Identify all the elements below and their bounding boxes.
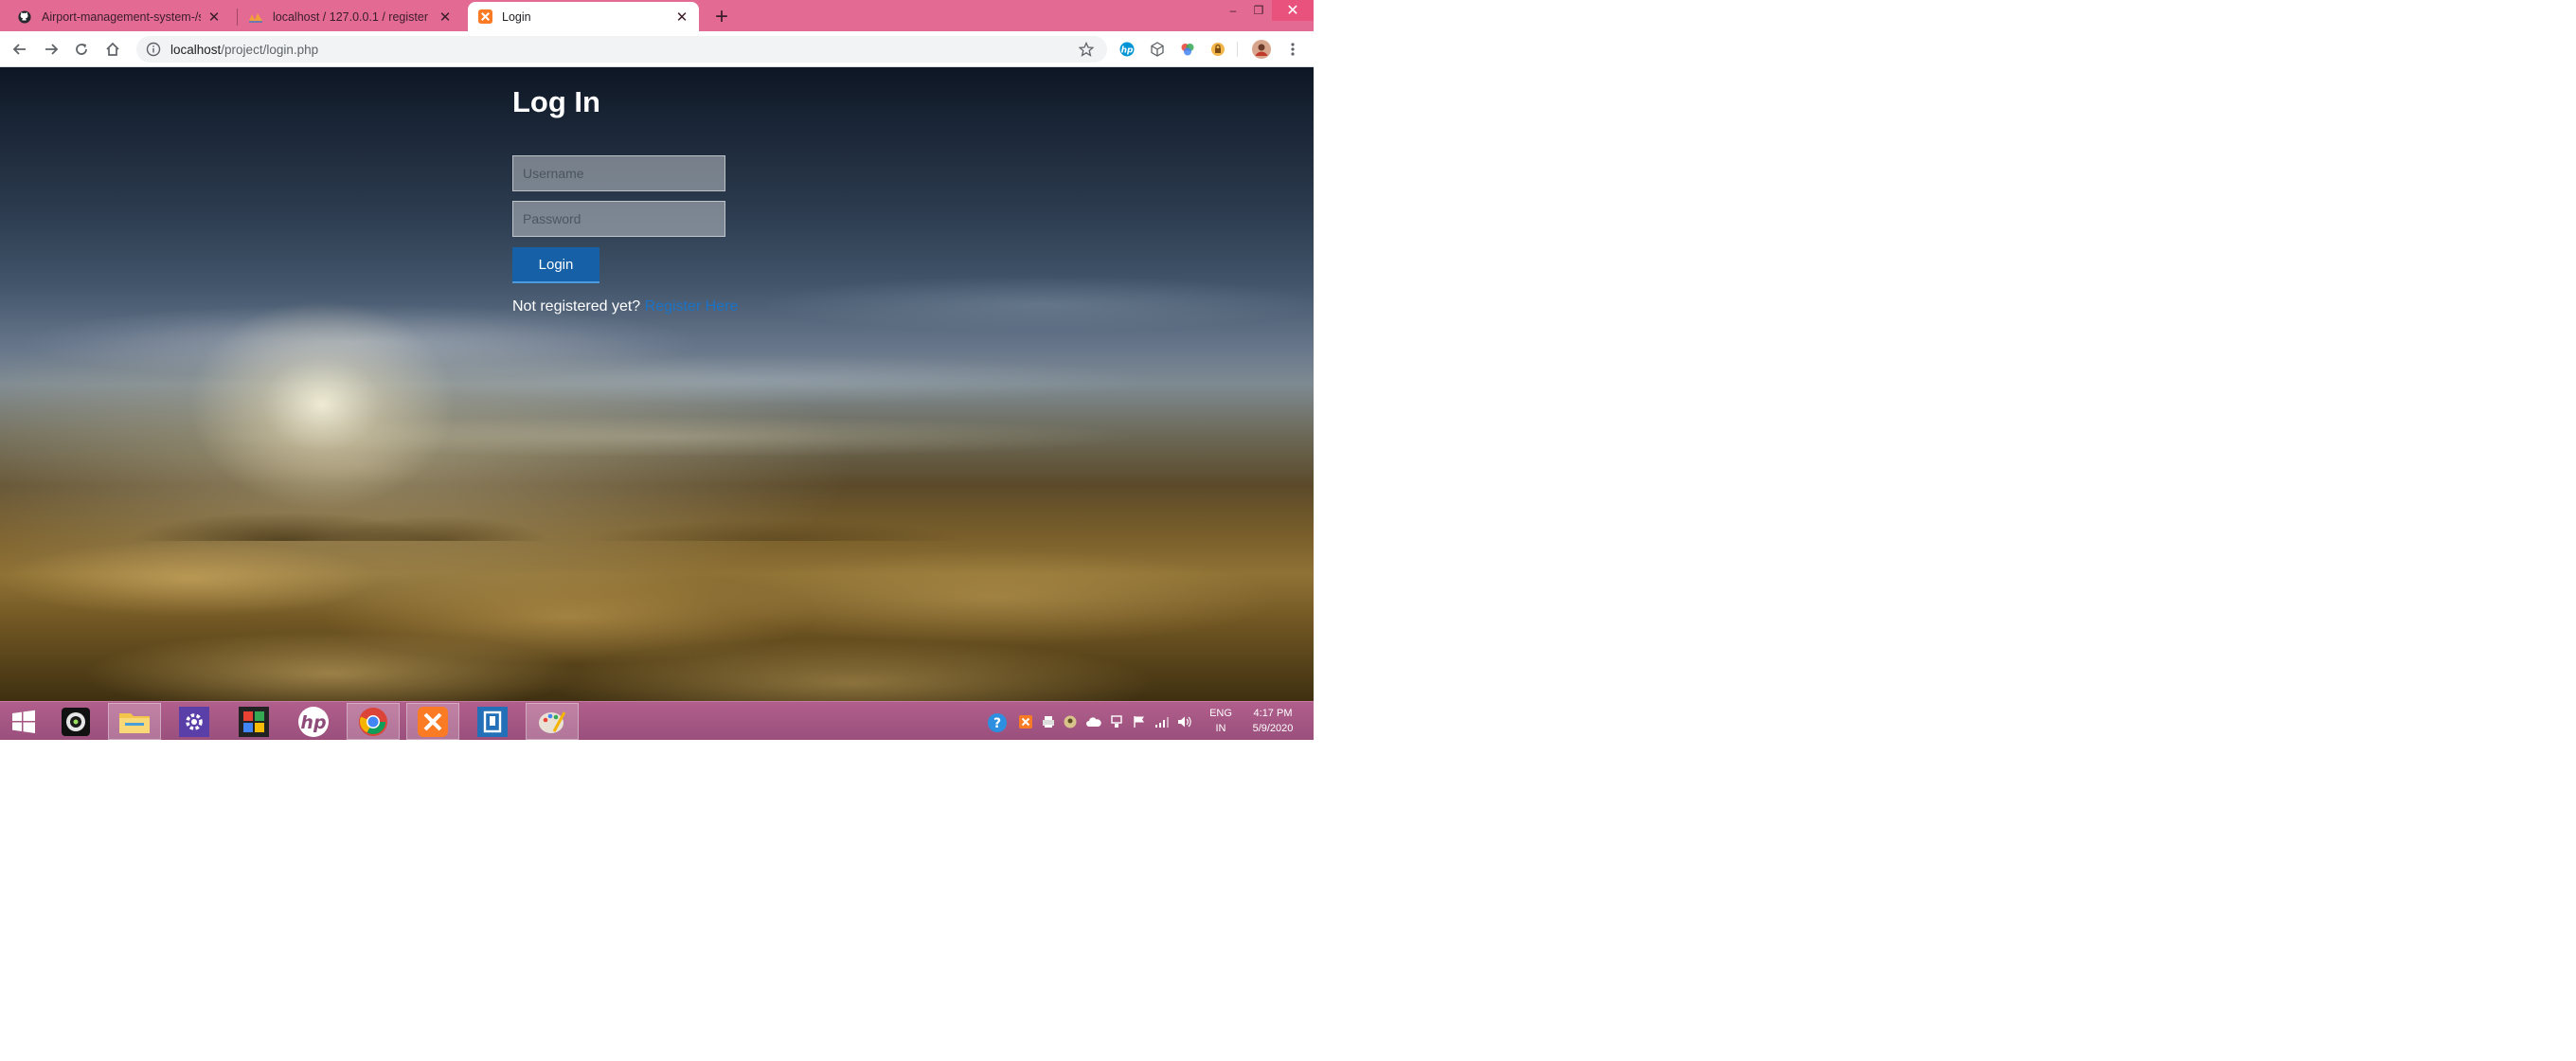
language-code: ENG [1209, 708, 1232, 719]
github-icon [17, 9, 32, 25]
tab-phpmyadmin[interactable]: localhost / 127.0.0.1 / register | p ✕ [239, 2, 462, 31]
network-adapter-icon[interactable] [1109, 714, 1124, 729]
close-icon[interactable]: ✕ [438, 9, 453, 26]
photo-app-icon[interactable] [227, 703, 280, 740]
xampp-icon [477, 9, 492, 25]
address-bar[interactable]: localhost/project/login.php [136, 36, 1107, 63]
login-button[interactable]: Login [512, 247, 599, 283]
help-icon[interactable]: ? [987, 712, 1008, 733]
region-code: IN [1215, 723, 1226, 734]
file-explorer-icon[interactable] [108, 703, 161, 740]
forward-button[interactable] [40, 38, 63, 61]
back-button[interactable] [9, 38, 31, 61]
reload-button[interactable] [70, 38, 93, 61]
windows-start-icon[interactable] [0, 703, 47, 740]
clock[interactable]: 4:17 PM 5/9/2020 [1243, 706, 1303, 736]
taskbar: hp ? ENG IN 4:17 PM 5/9/2020 [0, 701, 1314, 740]
desktop-screen: Airport-management-system-/sr ✕ localhos… [0, 0, 1314, 740]
close-icon[interactable]: ✕ [674, 9, 689, 26]
bookmark-star-icon[interactable] [1078, 41, 1095, 60]
forward-arrow-icon [45, 44, 59, 55]
toolbar-divider [1237, 42, 1238, 57]
home-button[interactable] [101, 38, 124, 61]
printer-tray-icon[interactable] [1041, 714, 1056, 729]
phpmyadmin-icon [248, 9, 263, 25]
tab-title: localhost / 127.0.0.1 / register | p [273, 9, 432, 24]
home-icon [106, 42, 119, 56]
back-arrow-icon [12, 44, 26, 55]
browser-tab-strip: Airport-management-system-/sr ✕ localhos… [0, 0, 1314, 31]
xampp-icon[interactable] [406, 703, 459, 740]
username-input[interactable] [512, 155, 725, 191]
minimize-button[interactable]: – [1222, 0, 1244, 21]
register-link[interactable]: Register Here [645, 298, 739, 315]
clock-time: 4:17 PM [1253, 708, 1293, 719]
sea-of-clouds-background [0, 522, 1314, 701]
tab-title: Login [502, 9, 531, 24]
onedrive-icon[interactable] [1086, 714, 1101, 729]
hp-icon[interactable]: hp [287, 703, 340, 740]
svg-text:?: ? [993, 716, 1001, 731]
svg-text:hp: hp [1121, 46, 1134, 56]
chrome-icon[interactable] [347, 703, 400, 740]
close-icon[interactable]: ✕ [206, 9, 222, 26]
tab-title: Airport-management-system-/sr [42, 9, 201, 24]
reload-icon [76, 44, 87, 55]
register-prompt-line: Not registered yet? Register Here [512, 298, 738, 315]
settings-app-icon[interactable] [168, 703, 221, 740]
camera-app-icon[interactable] [49, 703, 102, 740]
new-tab-button[interactable]: + [708, 4, 735, 30]
cube-extension-icon[interactable] [1149, 41, 1166, 58]
input-language[interactable]: ENG IN [1203, 706, 1239, 736]
page-viewport: Log In Login Not registered yet? Registe… [0, 67, 1314, 701]
notepad-icon[interactable] [466, 703, 519, 740]
restore-button[interactable]: ❐ [1247, 0, 1270, 21]
xampp-tray-icon[interactable] [1018, 714, 1033, 729]
password-input[interactable] [512, 201, 725, 237]
browser-toolbar: localhost/project/login.php hp [0, 31, 1314, 67]
svg-text:hp: hp [300, 712, 326, 733]
info-icon [146, 42, 161, 57]
avatar[interactable] [1252, 40, 1271, 59]
security-tray-icon[interactable] [1063, 714, 1078, 729]
paint-icon[interactable] [526, 703, 579, 740]
url-host: localhost [170, 42, 222, 57]
url-path: /project/login.php [221, 42, 319, 57]
clock-date: 5/9/2020 [1252, 723, 1294, 734]
tab-login[interactable]: Login ✕ [468, 2, 699, 31]
window-close-button[interactable]: ✕ [1272, 0, 1314, 21]
page-title: Log In [512, 85, 600, 118]
more-menu-icon[interactable] [1284, 41, 1301, 58]
hp-extension-icon[interactable]: hp [1118, 41, 1136, 58]
tab-github[interactable]: Airport-management-system-/sr ✕ [8, 2, 231, 31]
lock-extension-icon[interactable] [1209, 41, 1226, 58]
signal-strength-icon[interactable] [1154, 714, 1170, 729]
volume-icon[interactable] [1177, 714, 1192, 729]
tab-divider [237, 9, 238, 26]
color-extension-icon[interactable] [1179, 41, 1196, 58]
register-prompt: Not registered yet? [512, 298, 641, 315]
flag-icon[interactable] [1132, 714, 1147, 729]
